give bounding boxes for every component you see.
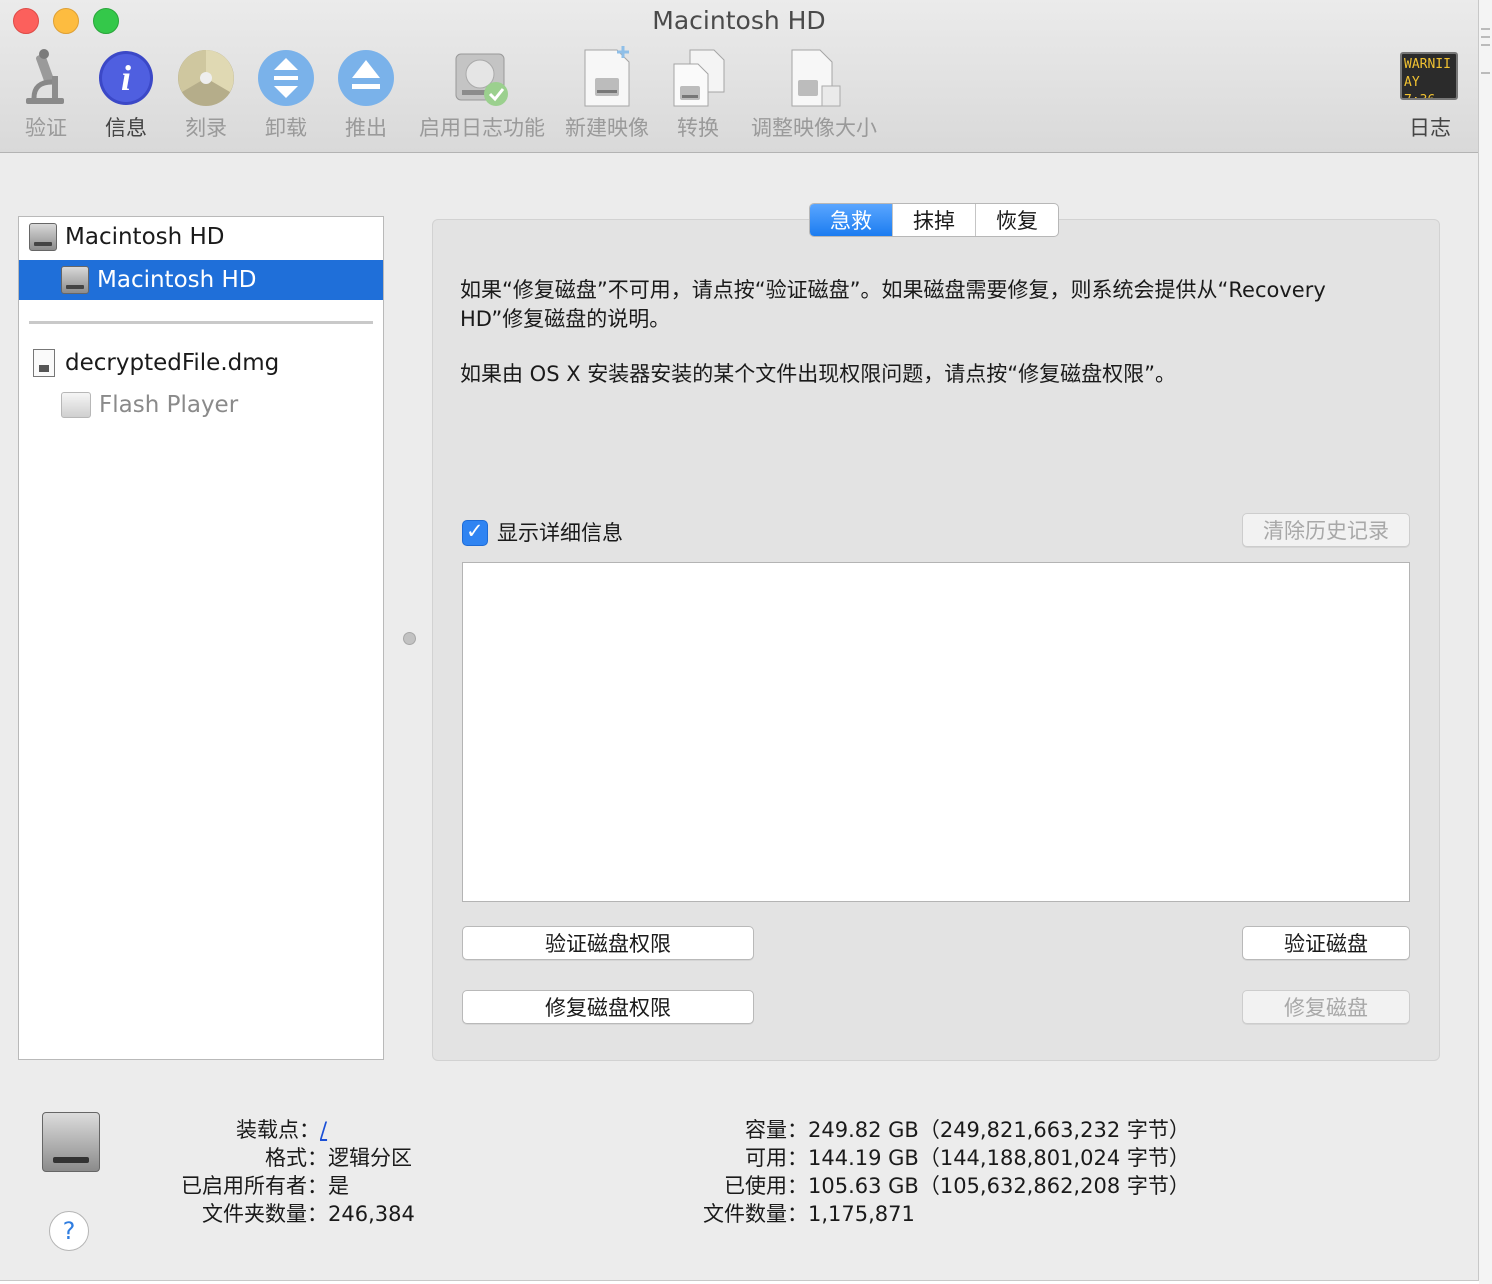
mount-point-row: 装载点：/ xyxy=(150,1114,327,1144)
capacity-label: 容量： xyxy=(745,1118,808,1142)
folder-count-row: 文件夹数量：246,384 xyxy=(150,1198,415,1228)
verify-disk-button[interactable]: 验证磁盘 xyxy=(1242,926,1410,960)
enable-journaling-label: 启用日志功能 xyxy=(419,116,545,140)
log-icon-line-2: AY 7:36 xyxy=(1404,75,1435,98)
permissions-instructions: 如果由 OS X 安装器安装的某个文件出现权限问题，请点按“修复磁盘权限”。 xyxy=(460,362,1177,386)
first-aid-instructions: 如果“修复磁盘”不可用，请点按“验证磁盘”。如果磁盘需要修复，则系统会提供从“R… xyxy=(460,278,1326,331)
show-details-checkbox[interactable] xyxy=(462,519,488,546)
convert-icon xyxy=(673,49,725,107)
eject-label: 推出 xyxy=(345,116,387,140)
disk-list-sidebar: Macintosh HD Macintosh HD decryptedFile.… xyxy=(18,216,384,1060)
owners-row: 已启用所有者：是 xyxy=(150,1170,349,1200)
disk-utility-window: Macintosh HD 验证 i 信息 刻录 卸载 推出 启用日志功能 新建映… xyxy=(0,0,1479,1281)
used-row: 已使用：105.63 GB（105,632,862,208 字节） xyxy=(640,1170,1190,1200)
used-value: 105.63 GB（105,632,862,208 字节） xyxy=(808,1174,1190,1198)
show-details-label: 显示详细信息 xyxy=(497,521,623,545)
used-label: 已使用： xyxy=(724,1174,808,1198)
help-button[interactable]: ? xyxy=(49,1211,89,1251)
svg-text:i: i xyxy=(121,58,131,98)
unmount-icon xyxy=(258,50,314,106)
background-scrollbar[interactable] xyxy=(1479,0,1492,1284)
journaling-icon xyxy=(455,53,508,106)
clear-history-button[interactable]: 清除历史记录 xyxy=(1242,513,1410,547)
eject-icon xyxy=(338,50,394,106)
available-value: 144.19 GB（144,188,801,024 字节） xyxy=(808,1146,1190,1170)
verify-label: 验证 xyxy=(25,116,67,140)
selected-volume-disk-icon xyxy=(42,1112,100,1172)
repair-permissions-button[interactable]: 修复磁盘权限 xyxy=(462,990,754,1024)
unmount-label: 卸载 xyxy=(265,116,307,140)
microscope-icon xyxy=(26,49,64,104)
sidebar-item-label: decryptedFile.dmg xyxy=(65,350,280,376)
format-row: 格式：逻辑分区 xyxy=(150,1142,412,1172)
disk-image-file-icon xyxy=(33,349,55,377)
tab-first-aid[interactable]: 急救 xyxy=(810,204,892,236)
sidebar-item-label: Macintosh HD xyxy=(65,224,225,250)
mounted-volume-icon xyxy=(61,392,91,418)
scrollbar-tick xyxy=(1481,44,1490,46)
owners-value: 是 xyxy=(328,1174,349,1198)
sidebar-item-label: Macintosh HD xyxy=(97,267,257,293)
title-toolbar: Macintosh HD 验证 i 信息 刻录 卸载 推出 启用日志功能 新建映… xyxy=(0,0,1478,153)
sidebar-item-flash-player[interactable]: Flash Player xyxy=(19,385,383,425)
scrollbar-tick xyxy=(1481,72,1490,74)
available-label: 可用： xyxy=(745,1146,808,1170)
mount-point-label: 装载点： xyxy=(236,1118,320,1142)
sidebar-item-macintosh-hd-drive[interactable]: Macintosh HD xyxy=(19,217,383,257)
capacity-row: 容量：249.82 GB（249,821,663,232 字节） xyxy=(640,1114,1190,1144)
new-image-label: 新建映像 xyxy=(565,116,649,140)
resize-image-icon xyxy=(791,49,841,107)
tab-bar: 急救 抹掉 恢复 xyxy=(809,203,1059,237)
capacity-value: 249.82 GB（249,821,663,232 字节） xyxy=(808,1118,1190,1142)
folder-count-value: 246,384 xyxy=(328,1202,415,1226)
tab-erase[interactable]: 抹掉 xyxy=(892,204,975,236)
sidebar-item-macintosh-hd-volume[interactable]: Macintosh HD xyxy=(19,260,383,300)
log-label: 日志 xyxy=(1409,116,1451,140)
hard-disk-icon xyxy=(29,223,57,251)
scrollbar-tick xyxy=(1481,28,1490,30)
mount-point-link[interactable]: / xyxy=(320,1118,327,1142)
window-title: Macintosh HD xyxy=(652,6,826,35)
info-icon: i xyxy=(99,51,153,105)
split-view-handle[interactable] xyxy=(403,632,416,645)
sidebar-item-label: Flash Player xyxy=(99,392,239,418)
info-label: 信息 xyxy=(105,116,147,140)
question-mark-icon: ? xyxy=(62,1217,76,1245)
resize-image-label: 调整映像大小 xyxy=(751,116,877,140)
repair-disk-button[interactable]: 修复磁盘 xyxy=(1242,990,1410,1024)
format-label: 格式： xyxy=(265,1146,328,1170)
log-icon-line-1: WARNII xyxy=(1404,57,1451,72)
file-count-label: 文件数量： xyxy=(703,1202,808,1226)
new-image-icon xyxy=(584,46,630,107)
file-count-row: 文件数量：1,175,871 xyxy=(640,1198,915,1228)
log-console-icon: WARNII AY 7:36 xyxy=(1400,52,1458,100)
file-count-value: 1,175,871 xyxy=(808,1202,915,1226)
burn-label: 刻录 xyxy=(185,116,227,140)
owners-label: 已启用所有者： xyxy=(181,1174,328,1198)
scrollbar-tick xyxy=(1481,36,1490,38)
hard-disk-icon xyxy=(61,266,89,294)
verify-permissions-button[interactable]: 验证磁盘权限 xyxy=(462,926,754,960)
tab-restore[interactable]: 恢复 xyxy=(975,204,1058,236)
folder-count-label: 文件夹数量： xyxy=(202,1202,328,1226)
burn-icon xyxy=(178,50,234,106)
convert-label: 转换 xyxy=(677,116,719,140)
first-aid-log-area[interactable] xyxy=(462,562,1410,902)
sidebar-item-decrypted-dmg[interactable]: decryptedFile.dmg xyxy=(19,343,383,383)
available-row: 可用：144.19 GB（144,188,801,024 字节） xyxy=(640,1142,1190,1172)
format-value: 逻辑分区 xyxy=(328,1146,412,1170)
sidebar-divider xyxy=(29,321,373,324)
